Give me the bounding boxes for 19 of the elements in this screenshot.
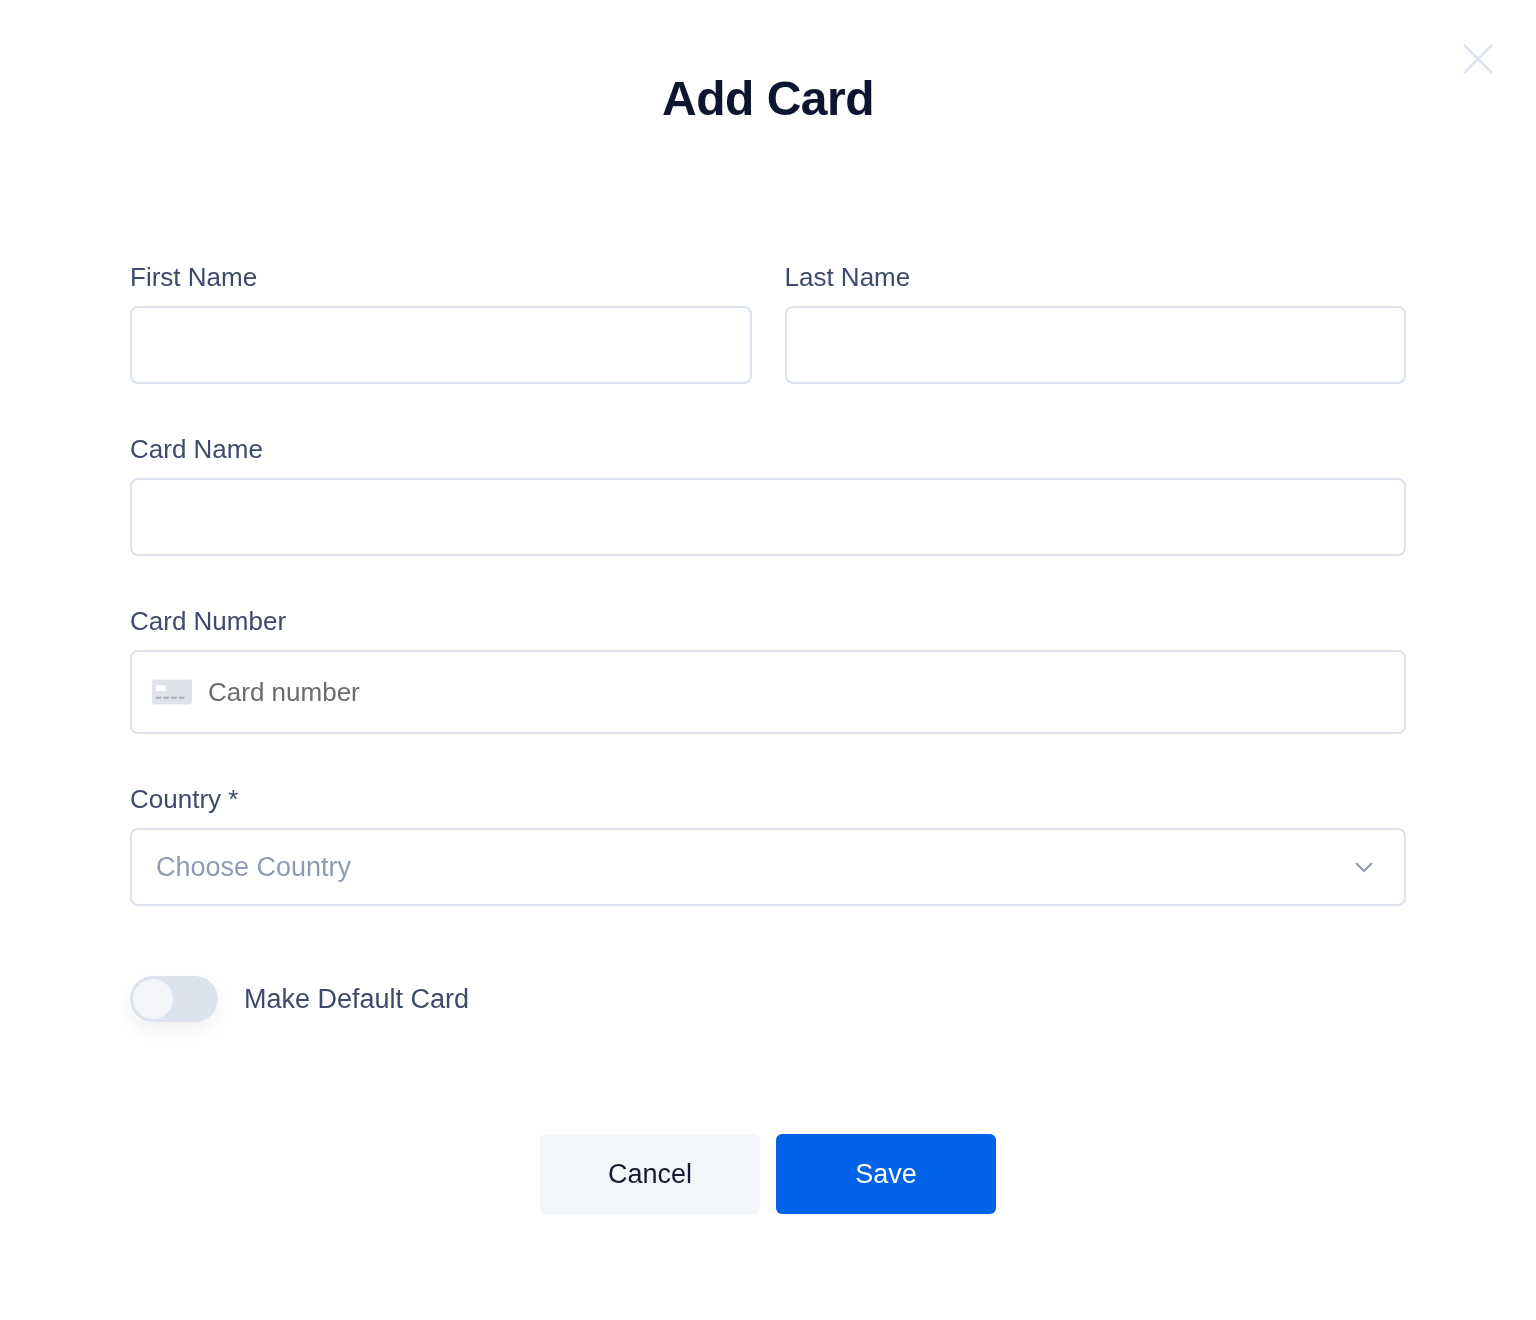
field-label: Last Name bbox=[784, 262, 911, 292]
field-label: Card Number bbox=[130, 606, 287, 636]
cancel-button[interactable]: Cancel bbox=[540, 1134, 760, 1214]
save-button[interactable]: Save bbox=[776, 1134, 996, 1214]
country-select[interactable]: Choose Country bbox=[130, 828, 1406, 906]
dialog-title: Add Card bbox=[662, 71, 874, 127]
input-field[interactable]: Card number bbox=[130, 650, 1406, 734]
input-field[interactable] bbox=[784, 306, 1406, 384]
field-label: Card Name bbox=[130, 434, 263, 464]
toggle-switch[interactable] bbox=[130, 976, 218, 1022]
field-label: Country * bbox=[130, 784, 239, 814]
credit-card-icon bbox=[152, 679, 192, 705]
card-number-input[interactable]: Card number bbox=[206, 675, 1380, 709]
input-field[interactable] bbox=[130, 478, 1406, 556]
chevron-down-icon bbox=[1354, 861, 1374, 873]
input-field[interactable] bbox=[130, 306, 752, 384]
close-icon[interactable] bbox=[1463, 44, 1493, 74]
field-label: First Name bbox=[130, 262, 258, 292]
toggle-label: Make Default Card bbox=[244, 983, 470, 1015]
